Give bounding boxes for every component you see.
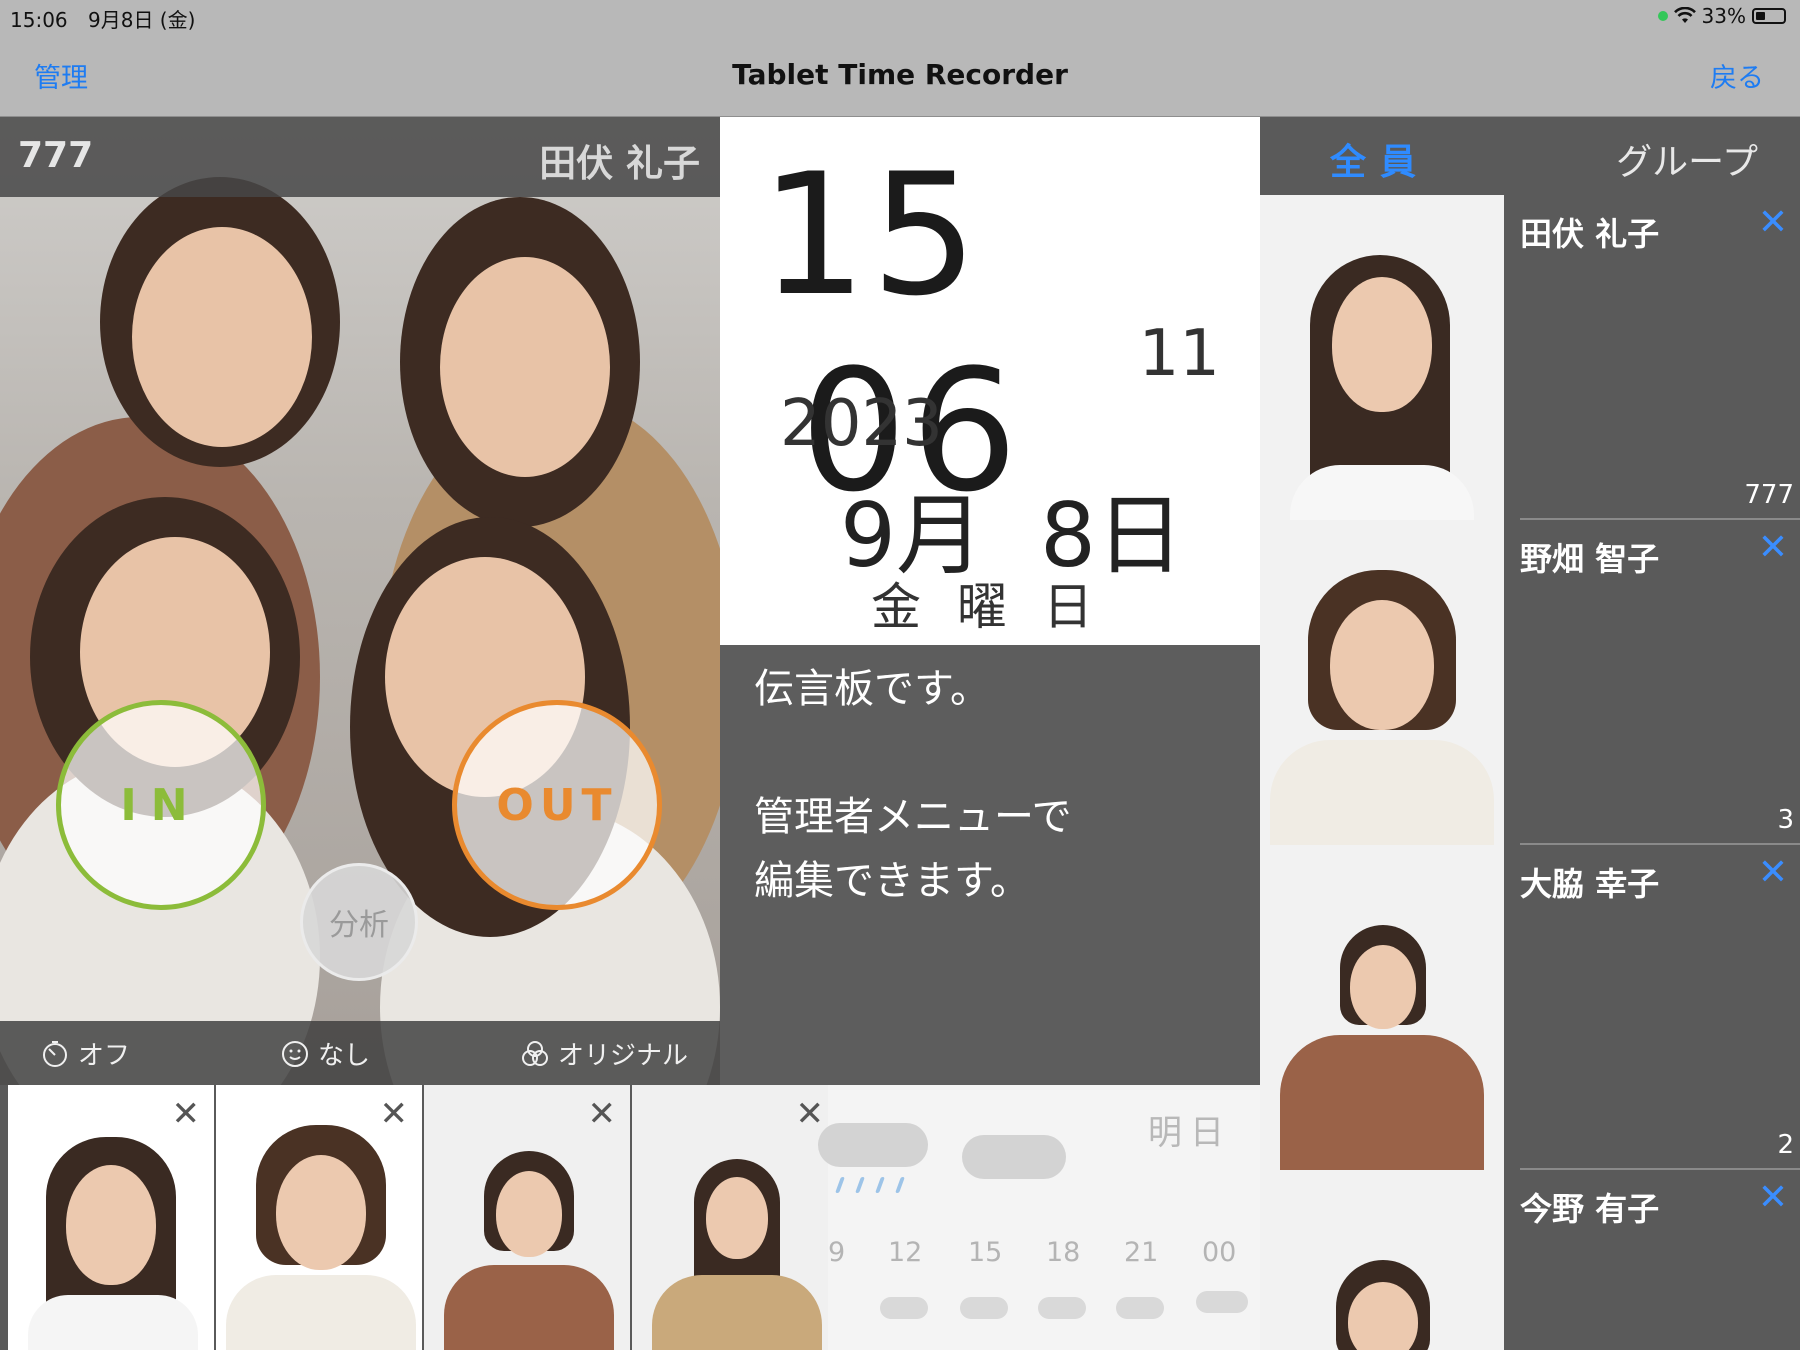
recent-employee-thumb[interactable]: ✕ (424, 1085, 630, 1350)
cloud-icon (1116, 1297, 1164, 1319)
close-icon[interactable]: ✕ (1758, 855, 1788, 891)
cloud-icon (962, 1135, 1066, 1179)
timer-toggle[interactable]: オフ (40, 1035, 130, 1072)
employee-name: 田伏 礼子 (539, 142, 700, 185)
employee-info: 大脇 幸子 ✕ 2 (1520, 845, 1800, 1170)
sticker-label: なし (318, 1041, 371, 1071)
clock-second: 11 (1138, 317, 1220, 391)
employee-row[interactable]: 今野 有子 ✕ (1260, 1170, 1800, 1350)
employee-photo (1260, 195, 1504, 520)
close-icon[interactable]: ✕ (380, 1097, 409, 1131)
cloud-icon (960, 1297, 1008, 1319)
cloud-icon (880, 1297, 928, 1319)
battery-percent: 33% (1701, 4, 1746, 28)
employee-info: 野畑 智子 ✕ 3 (1520, 520, 1800, 845)
status-time: 15:06 (10, 8, 68, 32)
employee-photo (1260, 1170, 1504, 1350)
clock-hour: 15 (760, 137, 982, 333)
employee-count: 3 (1777, 805, 1794, 835)
employee-count: 2 (1777, 1130, 1794, 1160)
employee-number: 777 (18, 135, 94, 176)
employee-row[interactable]: 大脇 幸子 ✕ 2 (1260, 845, 1800, 1170)
close-icon[interactable]: ✕ (1758, 1180, 1788, 1216)
timer-icon (43, 1040, 67, 1067)
weather-forecast: 明日 9 12 15 18 21 00 (818, 1085, 1260, 1350)
wifi-icon (1673, 7, 1696, 23)
recent-employees-strip: ✕ ✕ ✕ ✕ (0, 1085, 838, 1350)
close-icon[interactable]: ✕ (1758, 530, 1788, 566)
employee-photo (1260, 845, 1504, 1170)
battery-icon (1752, 8, 1786, 24)
camera-toolbar: オフ なし オリジナル (0, 1021, 720, 1085)
employee-info: 今野 有子 ✕ (1520, 1170, 1800, 1350)
clock-out-button[interactable]: OUT (452, 700, 662, 910)
filter-icon (522, 1040, 548, 1066)
employee-row[interactable]: 田伏 礼子 ✕ 777 (1260, 195, 1800, 520)
analysis-button[interactable]: 分析 (300, 863, 418, 981)
status-time-date: 15:06 9月8日 (金) (10, 4, 195, 33)
sticker-icon (282, 1040, 308, 1067)
back-button[interactable]: 戻る (1710, 56, 1764, 95)
close-icon[interactable]: ✕ (172, 1097, 201, 1131)
filter-toggle[interactable]: オリジナル (520, 1035, 688, 1072)
camera-preview: 777 田伏 礼子 IN OUT 分析 オフ なし オリジナル (0, 117, 720, 1085)
close-icon[interactable]: ✕ (1758, 205, 1788, 241)
message-board-text: 伝言板です。 管理者メニューで 編集できます。 (754, 666, 1072, 904)
clock-weekday: 金曜日 (871, 578, 1129, 636)
tab-group[interactable]: グループ (1616, 133, 1758, 185)
weather-hour: 9 (828, 1237, 846, 1268)
weather-hour: 00 (1202, 1237, 1237, 1268)
clock-in-button[interactable]: IN (56, 700, 266, 910)
weather-hour: 15 (968, 1237, 1003, 1268)
close-icon[interactable]: ✕ (796, 1097, 825, 1131)
employee-tabs: 全員 グループ (1260, 117, 1800, 195)
employee-count: 777 (1744, 480, 1794, 510)
employee-name: 大脇 幸子 (1520, 865, 1660, 903)
weather-hour: 18 (1046, 1237, 1081, 1268)
recent-employee-thumb[interactable]: ✕ (632, 1085, 838, 1350)
rain-cloud-icon (1196, 1291, 1248, 1313)
rain-cloud-icon (818, 1123, 928, 1167)
employee-list-panel: 全員 グループ 田伏 礼子 ✕ 777 野畑 智子 ✕ 3 大脇 幸子 ✕ 2 … (1260, 117, 1800, 1350)
weather-hour: 21 (1124, 1237, 1159, 1268)
timer-label: オフ (78, 1041, 131, 1071)
employee-info: 田伏 礼子 ✕ 777 (1520, 195, 1800, 520)
employee-row[interactable]: 野畑 智子 ✕ 3 (1260, 520, 1800, 845)
tab-all[interactable]: 全員 (1330, 133, 1430, 185)
employee-photo (1260, 520, 1504, 845)
nav-bar: 管理 Tablet Time Recorder 戻る (0, 34, 1800, 117)
message-board: 伝言板です。 管理者メニューで 編集できます。 (720, 645, 1260, 1085)
employee-name: 野畑 智子 (1520, 540, 1660, 578)
cloud-icon (1038, 1297, 1086, 1319)
clock-panel: 15 06 11 2023 9月 8日 金曜日 (720, 117, 1260, 645)
employee-name: 田伏 礼子 (1520, 215, 1660, 253)
camera-in-use-indicator (1657, 11, 1668, 21)
weather-day-label: 明日 (1148, 1113, 1232, 1153)
weather-hour: 12 (888, 1237, 923, 1268)
status-date: 9月8日 (金) (88, 8, 196, 32)
close-icon[interactable]: ✕ (588, 1097, 617, 1131)
recent-employee-thumb[interactable]: ✕ (216, 1085, 422, 1350)
employee-name: 今野 有子 (1520, 1190, 1660, 1228)
recent-employee-thumb[interactable]: ✕ (8, 1085, 214, 1350)
clock-year: 2023 (780, 387, 943, 461)
status-bar: 15:06 9月8日 (金) 33% (0, 0, 1800, 34)
selected-employee-header: 777 田伏 礼子 (0, 117, 720, 197)
status-indicators: 33% (1657, 4, 1786, 28)
sticker-toggle[interactable]: なし (280, 1035, 370, 1072)
filter-label: オリジナル (558, 1041, 689, 1071)
page-title: Tablet Time Recorder (732, 58, 1068, 91)
